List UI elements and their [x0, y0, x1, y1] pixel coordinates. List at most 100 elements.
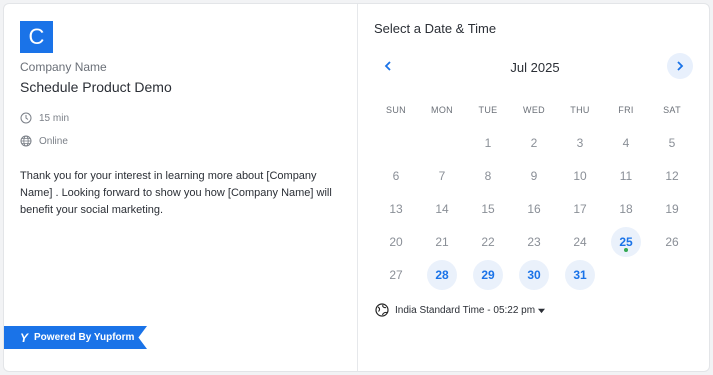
day-number: 7 [438, 168, 446, 183]
calendar-day-14: 14 [419, 192, 465, 225]
day-number: 23 [527, 234, 541, 249]
calendar-day-12: 12 [649, 159, 695, 192]
weekday-fri: FRI [618, 105, 634, 115]
location-row: Online [20, 135, 68, 147]
calendar-day-22: 22 [465, 225, 511, 258]
clock-icon [20, 112, 32, 124]
calendar-day-empty [603, 258, 649, 291]
calendar-day-4: 4 [603, 126, 649, 159]
day-number [611, 260, 641, 290]
duration-label: 15 min [39, 112, 70, 124]
calendar-day-27: 27 [373, 258, 419, 291]
day-number: 19 [665, 201, 679, 216]
day-number: 17 [573, 201, 587, 216]
calendar-day-7: 7 [419, 159, 465, 192]
day-number [657, 260, 687, 290]
globe-icon [20, 135, 32, 147]
booking-card: C Company Name Schedule Product Demo 15 … [3, 3, 710, 372]
calendar-day-empty [419, 126, 465, 159]
calendar-day-19: 19 [649, 192, 695, 225]
calendar-grid: 1 2 3 4 5 6 7 8 9 10 11 12 13 14 15 16 17 18 19 20 21 22 23 24 2… [373, 126, 695, 291]
calendar-day-17: 17 [557, 192, 603, 225]
calendar-day-16: 16 [511, 192, 557, 225]
day-number: 26 [665, 234, 679, 249]
day-number: 21 [435, 234, 449, 249]
day-number: 31 [565, 259, 595, 290]
weekday-wed: WED [523, 105, 545, 115]
calendar-day-empty [649, 258, 695, 291]
weekday-tue: TUE [478, 105, 498, 115]
calendar-day-25[interactable]: 25 [603, 225, 649, 258]
globe-icon [375, 303, 389, 317]
day-number: 18 [619, 201, 633, 216]
day-number [427, 128, 457, 158]
day-number: 9 [530, 168, 538, 183]
weekday-sat: SAT [663, 105, 681, 115]
event-description: Thank you for your interest in learning … [20, 170, 332, 216]
calendar-day-1: 1 [465, 126, 511, 159]
next-month-button[interactable] [667, 53, 693, 79]
company-name: Company Name [20, 60, 107, 74]
day-number: 11 [619, 168, 633, 183]
calendar-day-15: 15 [465, 192, 511, 225]
day-number: 22 [481, 234, 495, 249]
calendar-day-10: 10 [557, 159, 603, 192]
timezone-selector[interactable]: India Standard Time - 05:22 pm [375, 303, 546, 317]
day-number: 30 [519, 259, 549, 290]
day-number: 4 [622, 135, 630, 150]
chevron-right-icon [677, 61, 684, 71]
calendar-week: 20 21 22 23 24 25 26 [373, 225, 695, 258]
calendar-day-29[interactable]: 29 [465, 258, 511, 291]
weekday-thu: THU [570, 105, 590, 115]
calendar-day-26: 26 [649, 225, 695, 258]
day-number: 24 [573, 234, 587, 249]
calendar-day-11: 11 [603, 159, 649, 192]
day-number: 28 [427, 259, 457, 290]
day-number: 29 [473, 259, 503, 290]
calendar-heading: Select a Date & Time [374, 21, 497, 36]
calendar-day-23: 23 [511, 225, 557, 258]
day-number: 16 [527, 201, 541, 216]
calendar-day-13: 13 [373, 192, 419, 225]
calendar-day-24: 24 [557, 225, 603, 258]
calendar-week: 13 14 15 16 17 18 19 [373, 192, 695, 225]
day-number: 25 [611, 226, 641, 257]
powered-by-label: Powered By Yupform [34, 332, 135, 343]
weekday-header: SUN MON TUE WED THU FRI SAT [373, 105, 695, 115]
day-number: 14 [435, 201, 449, 216]
powered-by-badge[interactable]: Y Powered By Yupform [4, 326, 147, 349]
day-number: 2 [530, 135, 538, 150]
calendar-day-empty [373, 126, 419, 159]
day-number: 6 [392, 168, 400, 183]
calendar-week: 6 7 8 9 10 11 12 [373, 159, 695, 192]
day-number: 13 [389, 201, 403, 216]
caret-down-icon [538, 308, 546, 313]
calendar-week: 27 28 29 30 31 [373, 258, 695, 291]
calendar-day-18: 18 [603, 192, 649, 225]
calendar-day-6: 6 [373, 159, 419, 192]
calendar-week: 1 2 3 4 5 [373, 126, 695, 159]
calendar-day-20: 20 [373, 225, 419, 258]
timezone-label: India Standard Time - 05:22 pm [395, 304, 536, 316]
calendar-day-21: 21 [419, 225, 465, 258]
event-details-panel: C Company Name Schedule Product Demo 15 … [4, 4, 358, 371]
calendar-day-9: 9 [511, 159, 557, 192]
weekday-mon: MON [431, 105, 453, 115]
calendar-day-8: 8 [465, 159, 511, 192]
yupform-logo-icon: Y [20, 330, 29, 345]
duration-row: 15 min [20, 112, 69, 124]
day-number: 3 [576, 135, 584, 150]
calendar-day-5: 5 [649, 126, 695, 159]
day-number: 20 [389, 234, 403, 249]
day-number: 10 [573, 168, 587, 183]
day-number: 1 [484, 135, 492, 150]
weekday-sun: SUN [386, 105, 406, 115]
calendar-day-3: 3 [557, 126, 603, 159]
calendar-day-30[interactable]: 30 [511, 258, 557, 291]
day-number: 8 [484, 168, 492, 183]
calendar-day-31[interactable]: 31 [557, 258, 603, 291]
day-number: 5 [668, 135, 676, 150]
day-number: 15 [481, 201, 495, 216]
day-number [381, 128, 411, 158]
calendar-day-28[interactable]: 28 [419, 258, 465, 291]
